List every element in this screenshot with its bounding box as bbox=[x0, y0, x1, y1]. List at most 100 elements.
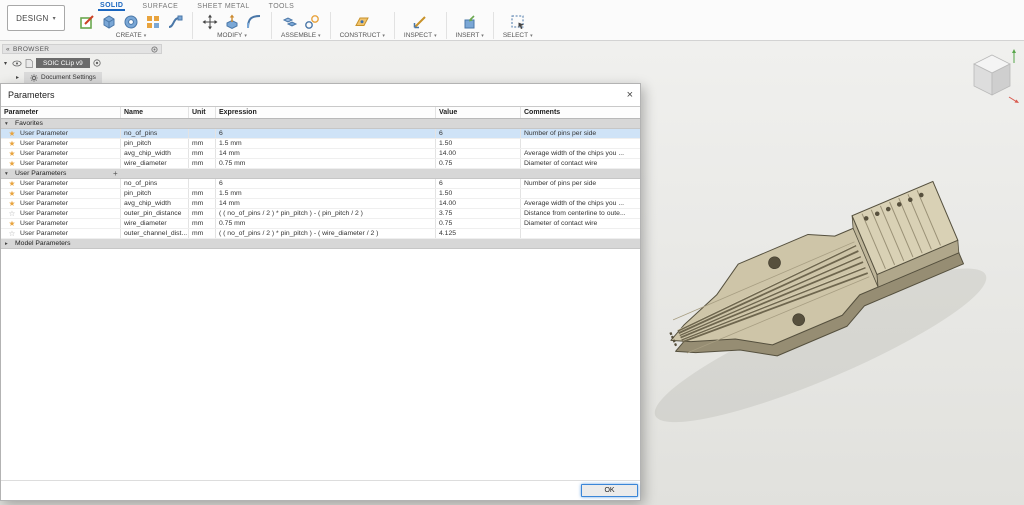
tab-solid[interactable]: SOLID bbox=[98, 2, 125, 11]
name-cell[interactable]: no_of_pins bbox=[121, 129, 189, 138]
group-create-label[interactable]: CREATE▾ bbox=[116, 32, 146, 39]
comments-cell[interactable] bbox=[521, 189, 640, 198]
tab-sheet-metal[interactable]: SHEET METAL bbox=[195, 3, 251, 10]
expression-cell[interactable]: 6 bbox=[216, 179, 436, 188]
expand-arrow-icon[interactable]: ▾ bbox=[2, 60, 9, 67]
browser-header[interactable]: « BROWSER bbox=[2, 44, 162, 54]
design-menu-button[interactable]: DESIGN ▾ bbox=[7, 5, 65, 31]
expression-cell[interactable]: ( ( no_of_pins / 2 ) * pin_pitch ) - ( p… bbox=[216, 209, 436, 218]
section-header-favorites[interactable]: ▾Favorites bbox=[1, 119, 640, 129]
group-inspect-label[interactable]: INSPECT▾ bbox=[404, 32, 437, 39]
expression-cell[interactable]: 14 mm bbox=[216, 149, 436, 158]
group-construct-label[interactable]: CONSTRUCT▾ bbox=[340, 32, 385, 39]
pattern-icon[interactable] bbox=[145, 14, 161, 30]
measure-icon[interactable] bbox=[412, 14, 428, 30]
extrude-icon[interactable] bbox=[101, 14, 117, 30]
expression-cell[interactable]: 0.75 mm bbox=[216, 219, 436, 228]
favorite-star-icon[interactable]: ☆ bbox=[4, 209, 20, 218]
collapsed-arrow-icon[interactable]: ▸ bbox=[14, 74, 21, 81]
group-assemble-label[interactable]: ASSEMBLE▾ bbox=[281, 32, 321, 39]
press-pull-icon[interactable] bbox=[224, 14, 240, 30]
name-cell[interactable]: avg_chip_width bbox=[121, 149, 189, 158]
browser-document-row[interactable]: ▾ SOIC CLip v9 bbox=[2, 58, 264, 68]
favorite-star-icon[interactable]: ★ bbox=[4, 149, 20, 158]
parameter-row[interactable]: ★User Parameterno_of_pins66Number of pin… bbox=[1, 129, 640, 139]
view-cube[interactable] bbox=[964, 47, 1020, 107]
column-header-expression[interactable]: Expression bbox=[216, 107, 436, 118]
construct-plane-icon[interactable] bbox=[354, 14, 370, 30]
group-insert-label[interactable]: INSERT▾ bbox=[456, 32, 484, 39]
insert-icon[interactable] bbox=[462, 14, 478, 30]
document-name-badge[interactable]: SOIC CLip v9 bbox=[36, 58, 90, 68]
column-header-value[interactable]: Value bbox=[436, 107, 521, 118]
expression-cell[interactable]: 1.5 mm bbox=[216, 139, 436, 148]
sweep-icon[interactable] bbox=[167, 14, 183, 30]
visibility-eye-icon[interactable] bbox=[12, 60, 22, 67]
favorite-star-icon[interactable]: ★ bbox=[4, 219, 20, 228]
favorite-star-icon[interactable]: ★ bbox=[4, 199, 20, 208]
expression-cell[interactable]: 14 mm bbox=[216, 199, 436, 208]
favorite-star-icon[interactable]: ★ bbox=[4, 129, 20, 138]
comments-cell[interactable]: Distance from centerline to oute... bbox=[521, 209, 640, 218]
comments-cell[interactable]: Average width of the chips you ... bbox=[521, 199, 640, 208]
name-cell[interactable]: avg_chip_width bbox=[121, 199, 189, 208]
collapse-browser-icon[interactable]: « bbox=[6, 46, 10, 53]
ground-to-parent-icon[interactable] bbox=[93, 59, 101, 67]
collapsed-arrow-icon[interactable]: ▸ bbox=[5, 241, 11, 247]
soic-clip-3d-model[interactable] bbox=[641, 41, 1024, 505]
comments-cell[interactable] bbox=[521, 139, 640, 148]
comments-cell[interactable] bbox=[521, 229, 640, 238]
parameter-row[interactable]: ☆User Parameterouter_channel_dist...mm( … bbox=[1, 229, 640, 239]
joint-icon[interactable] bbox=[304, 14, 320, 30]
favorite-star-icon[interactable]: ★ bbox=[4, 159, 20, 168]
name-cell[interactable]: outer_pin_distance bbox=[121, 209, 189, 218]
section-header-model-parameters[interactable]: ▸Model Parameters bbox=[1, 239, 640, 249]
parameter-row[interactable]: ★User Parameteravg_chip_widthmm14 mm14.0… bbox=[1, 199, 640, 209]
group-modify-label[interactable]: MODIFY▾ bbox=[217, 32, 247, 39]
revolve-icon[interactable] bbox=[123, 14, 139, 30]
name-cell[interactable]: pin_pitch bbox=[121, 189, 189, 198]
name-cell[interactable]: pin_pitch bbox=[121, 139, 189, 148]
close-icon[interactable]: × bbox=[627, 90, 633, 101]
parameter-row[interactable]: ★User Parameteravg_chip_widthmm14 mm14.0… bbox=[1, 149, 640, 159]
comments-cell[interactable]: Average width of the chips you ... bbox=[521, 149, 640, 158]
expression-cell[interactable]: 6 bbox=[216, 129, 436, 138]
favorite-star-icon[interactable]: ★ bbox=[4, 189, 20, 198]
parameter-row[interactable]: ★User Parameterwire_diametermm0.75 mm0.7… bbox=[1, 219, 640, 229]
group-select-label[interactable]: SELECT▾ bbox=[503, 32, 533, 39]
comments-cell[interactable]: Diameter of contact wire bbox=[521, 159, 640, 168]
parameter-row[interactable]: ★User Parameterpin_pitchmm1.5 mm1.50 bbox=[1, 189, 640, 199]
add-parameter-button[interactable]: + bbox=[113, 169, 118, 179]
column-header-parameter[interactable]: Parameter bbox=[1, 107, 121, 118]
tab-tools[interactable]: TOOLS bbox=[267, 3, 297, 10]
name-cell[interactable]: wire_diameter bbox=[121, 159, 189, 168]
column-header-name[interactable]: Name bbox=[121, 107, 189, 118]
new-component-icon[interactable] bbox=[282, 14, 298, 30]
fillet-icon[interactable] bbox=[246, 14, 262, 30]
create-sketch-icon[interactable] bbox=[79, 14, 95, 30]
select-icon[interactable] bbox=[510, 14, 526, 30]
favorite-star-icon[interactable]: ★ bbox=[4, 139, 20, 148]
comments-cell[interactable]: Diameter of contact wire bbox=[521, 219, 640, 228]
parameter-row[interactable]: ★User Parameterwire_diametermm0.75 mm0.7… bbox=[1, 159, 640, 169]
favorite-star-icon[interactable]: ★ bbox=[4, 179, 20, 188]
name-cell[interactable]: outer_channel_dist... bbox=[121, 229, 189, 238]
comments-cell[interactable]: Number of pins per side bbox=[521, 129, 640, 138]
expression-cell[interactable]: 1.5 mm bbox=[216, 189, 436, 198]
move-icon[interactable] bbox=[202, 14, 218, 30]
section-header-user-parameters[interactable]: ▾User Parameters+ bbox=[1, 169, 640, 179]
name-cell[interactable]: wire_diameter bbox=[121, 219, 189, 228]
parameter-row[interactable]: ★User Parameterpin_pitchmm1.5 mm1.50 bbox=[1, 139, 640, 149]
browser-document-settings-row[interactable]: ▸ Document Settings bbox=[14, 72, 264, 83]
expanded-arrow-icon[interactable]: ▾ bbox=[5, 121, 11, 127]
column-header-unit[interactable]: Unit bbox=[189, 107, 216, 118]
ok-button[interactable]: OK bbox=[581, 484, 638, 497]
favorite-star-icon[interactable]: ☆ bbox=[4, 229, 20, 238]
parameter-row[interactable]: ☆User Parameterouter_pin_distancemm( ( n… bbox=[1, 209, 640, 219]
dialog-title-bar[interactable]: Parameters × bbox=[1, 84, 640, 106]
expression-cell[interactable]: 0.75 mm bbox=[216, 159, 436, 168]
column-header-comments[interactable]: Comments bbox=[521, 107, 640, 118]
parameter-row[interactable]: ★User Parameterno_of_pins66Number of pin… bbox=[1, 179, 640, 189]
name-cell[interactable]: no_of_pins bbox=[121, 179, 189, 188]
comments-cell[interactable]: Number of pins per side bbox=[521, 179, 640, 188]
